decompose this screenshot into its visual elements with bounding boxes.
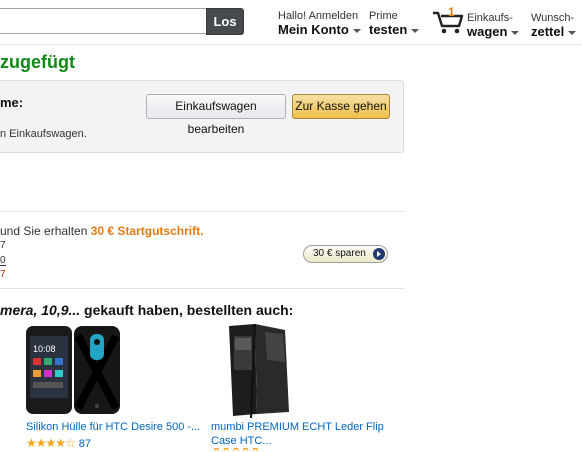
arrow-right-icon (373, 248, 385, 260)
section-divider (0, 288, 405, 289)
cart-line1: Einkaufs- (467, 12, 513, 24)
cart-item-note: n Einkaufswagen. (0, 128, 87, 140)
chevron-down-icon (511, 30, 520, 35)
recommendations-heading-product: mera, 10,9... (0, 302, 81, 318)
cart-label-text: wagen (467, 24, 508, 39)
review-count-link[interactable]: 87 (79, 438, 91, 450)
product-title-line1: mumbi PREMIUM ECHT Leder Flip (211, 421, 384, 433)
search-input[interactable] (0, 8, 206, 34)
cart-subtotal-label: me: (0, 95, 24, 110)
edit-cart-button[interactable]: Einkaufswagen bearbeiten (146, 94, 286, 136)
product-title-line2: Case HTC... (211, 435, 272, 447)
search-button[interactable]: Los (206, 8, 244, 35)
prime-label: testen (369, 22, 420, 37)
promo-text-main: und Sie erhalten (0, 224, 91, 238)
wishlist-label: zettel (531, 24, 577, 39)
chevron-down-icon (352, 28, 361, 33)
svg-text:10:08: 10:08 (33, 344, 56, 354)
wishlist-line1: Wunsch- (531, 12, 575, 24)
product-rating: ★★★★☆ 87 (26, 434, 91, 452)
section-divider (0, 211, 405, 212)
account-menu[interactable]: Hallo! Anmelden Mein Konto (278, 10, 361, 37)
checkout-button[interactable]: Zur Kasse gehen (292, 94, 390, 119)
prime-line1: Prime (369, 10, 398, 22)
prime-menu[interactable]: Prime testen (369, 10, 420, 37)
product-title-link[interactable]: mumbi PREMIUM ECHT Leder Flip Case HTC..… (211, 420, 384, 448)
promo-credit: 30 € Startgutschrift. (90, 224, 204, 238)
promo-value-3: 7 (0, 269, 6, 280)
wishlist-label-text: zettel (531, 24, 565, 39)
cart-count: 1 (448, 5, 455, 19)
promo-rule (0, 265, 6, 266)
product-title-link[interactable]: Silikon Hülle für HTC Desire 500 -... (26, 420, 200, 434)
chevron-down-icon (411, 28, 420, 33)
account-greeting: Hallo! Anmelden (278, 10, 359, 22)
prime-label-text: testen (369, 22, 408, 37)
recommendations-heading: mera, 10,9... gekauft haben, bestellten … (0, 302, 293, 318)
cart-label: wagen (467, 24, 520, 39)
promo-value-1: 7 (0, 240, 6, 251)
chevron-down-icon (568, 30, 577, 35)
save-30-button[interactable]: 30 € sparen (303, 245, 388, 263)
cart-menu[interactable]: Einkaufs- wagen (467, 12, 520, 39)
cart-icon[interactable]: 1 (432, 5, 464, 36)
account-label-text: Mein Konto (278, 22, 349, 37)
star-rating-icon: ★★★★★ (211, 448, 271, 452)
product-image[interactable] (225, 322, 295, 419)
wishlist-menu[interactable]: Wunsch- zettel (531, 12, 577, 39)
header-divider (0, 44, 582, 45)
star-rating-icon: ★★★★☆ (26, 436, 76, 450)
save-30-label: 30 € sparen (313, 248, 366, 259)
added-to-cart-heading: zugefügt (0, 52, 75, 72)
recommendations-heading-text: gekauft haben, bestellten auch: (80, 302, 294, 318)
product-image[interactable]: 10:08 (24, 322, 124, 418)
promo-text: und Sie erhalten 30 € Startgutschrift. (0, 224, 203, 238)
account-label: Mein Konto (278, 22, 361, 37)
